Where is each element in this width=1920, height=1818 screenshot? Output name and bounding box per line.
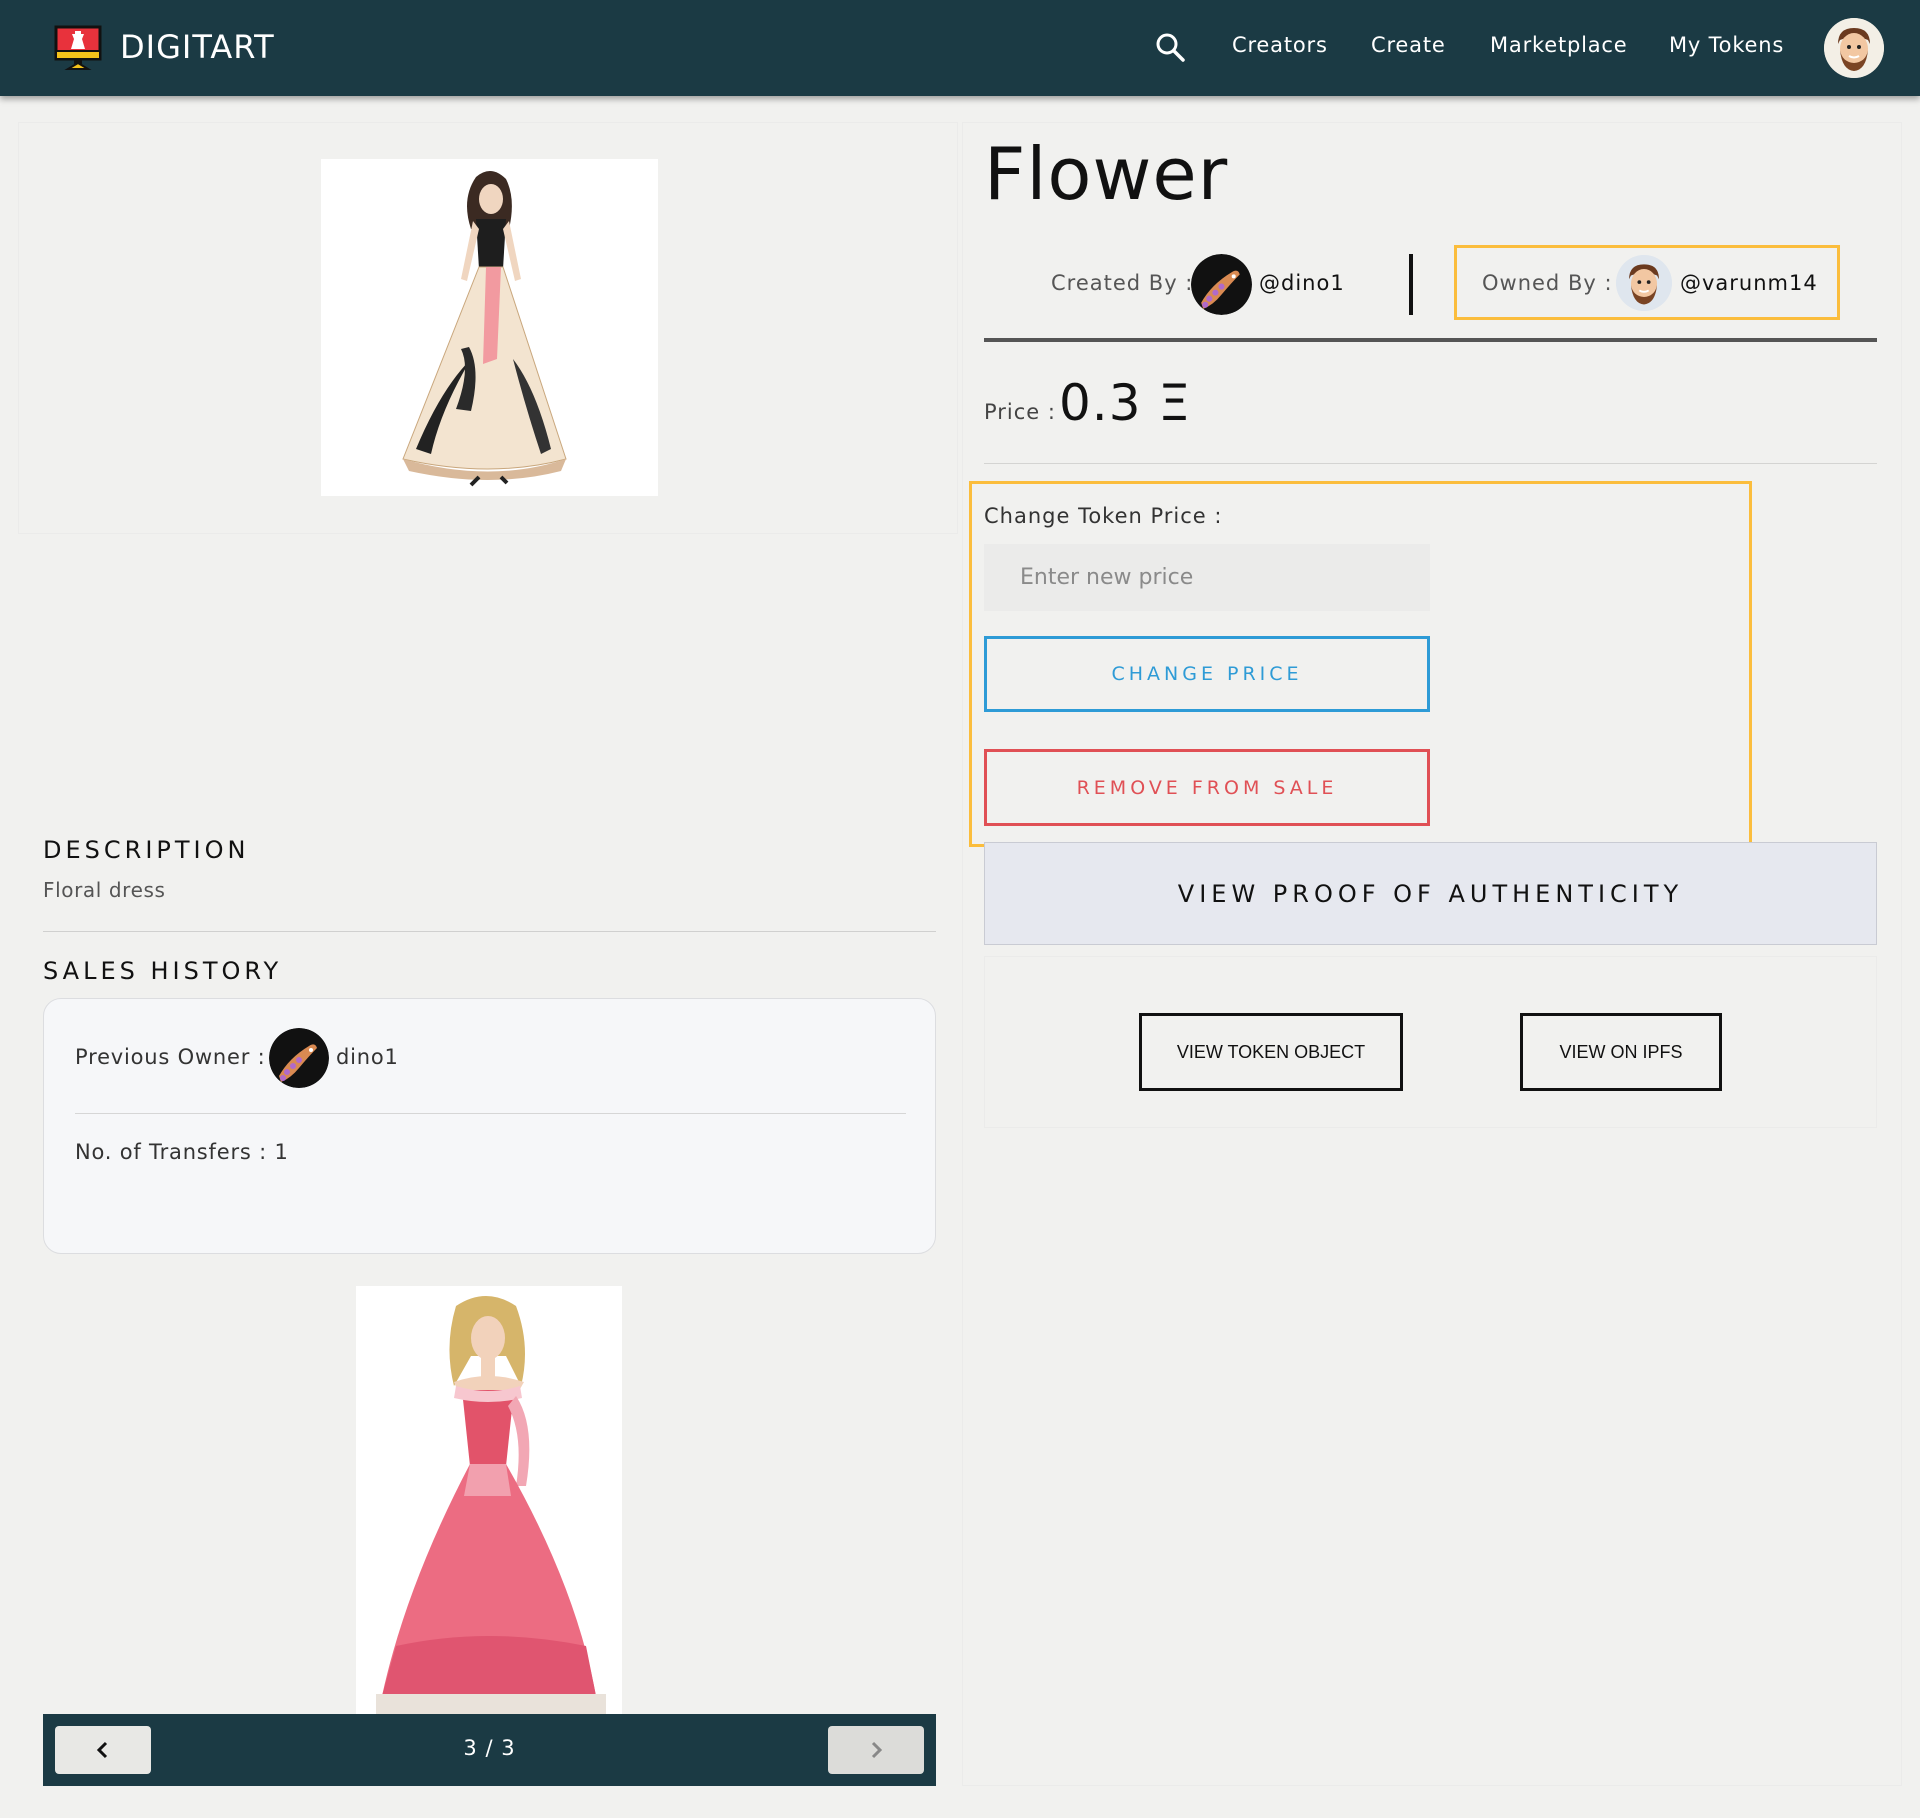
carousel-counter: 3 / 3: [463, 1736, 516, 1760]
carousel-next-button[interactable]: [828, 1726, 924, 1774]
view-proof-button[interactable]: VIEW PROOF OF AUTHENTICITY: [984, 842, 1877, 945]
creator-avatar[interactable]: [1191, 254, 1252, 315]
sales-history-card: Previous Owner : dino1 No. of Transfers …: [43, 998, 936, 1254]
nav-link-create[interactable]: Create: [1371, 33, 1446, 57]
carousel-controls: 3 / 3: [43, 1714, 936, 1786]
artwork-image[interactable]: [321, 159, 658, 496]
new-price-input[interactable]: [984, 544, 1430, 611]
owner-avatar[interactable]: [1616, 255, 1672, 311]
previous-owner-avatar[interactable]: [269, 1028, 329, 1088]
owned-by-label: Owned By :: [1482, 271, 1613, 295]
description-heading: DESCRIPTION: [43, 836, 250, 864]
brand-name[interactable]: DIGITART: [120, 28, 275, 66]
chevron-right-icon: [871, 1741, 883, 1759]
divider: [75, 1113, 906, 1114]
divider: [1409, 254, 1413, 315]
remove-from-sale-button[interactable]: REMOVE FROM SALE: [984, 749, 1430, 826]
token-title: Flower: [984, 132, 1229, 216]
change-price-button[interactable]: CHANGE PRICE: [984, 636, 1430, 712]
owner-username[interactable]: @varunm14: [1680, 271, 1818, 295]
links-panel: [984, 956, 1877, 1128]
price-label: Price :: [984, 400, 1056, 424]
previous-owner-label: Previous Owner :: [75, 1045, 266, 1069]
owned-by-highlight: Owned By : @varunm14: [1454, 245, 1840, 320]
previous-owner-name[interactable]: dino1: [336, 1045, 399, 1069]
search-icon[interactable]: [1155, 32, 1185, 62]
carousel-slide-image: [356, 1286, 622, 1714]
description-text: Floral dress: [43, 878, 166, 902]
nav-link-creators[interactable]: Creators: [1232, 33, 1328, 57]
nav-link-my-tokens[interactable]: My Tokens: [1669, 33, 1784, 57]
divider: [984, 463, 1877, 464]
transfer-count: No. of Transfers : 1: [75, 1140, 289, 1164]
created-by-label: Created By :: [1051, 271, 1194, 295]
nav-link-marketplace[interactable]: Marketplace: [1490, 33, 1628, 57]
divider: [984, 338, 1877, 342]
price-value: 0.3 Ξ: [1059, 374, 1192, 432]
sales-history-heading: SALES HISTORY: [43, 957, 283, 985]
digitart-logo-icon[interactable]: [54, 25, 102, 71]
navbar: DIGITART Creators Create Marketplace My …: [0, 0, 1920, 96]
creator-username[interactable]: @dino1: [1259, 271, 1345, 295]
token-details-panel: [962, 122, 1902, 1786]
change-price-label: Change Token Price :: [984, 504, 1223, 528]
view-token-object-button[interactable]: VIEW TOKEN OBJECT: [1139, 1013, 1403, 1091]
view-on-ipfs-button[interactable]: VIEW ON IPFS: [1520, 1013, 1722, 1091]
user-avatar[interactable]: [1824, 18, 1884, 78]
divider: [43, 931, 936, 932]
